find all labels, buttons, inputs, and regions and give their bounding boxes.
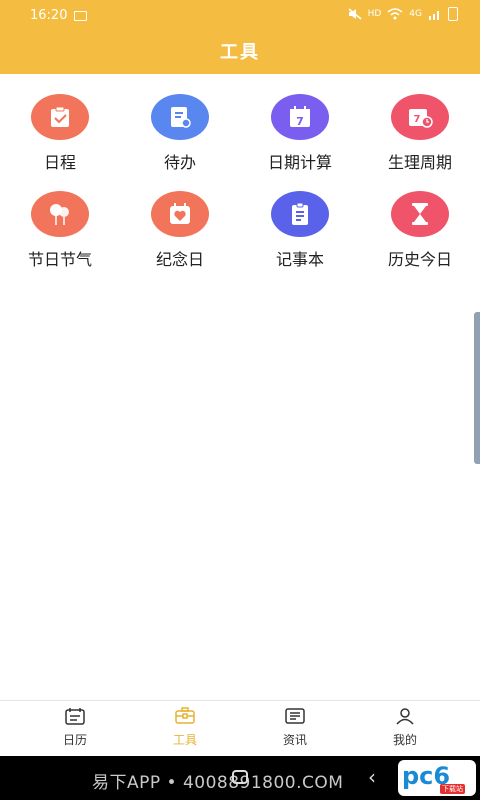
tool-date-calc[interactable]: 7 日期计算 bbox=[240, 94, 360, 173]
heart-calendar-icon bbox=[151, 191, 209, 237]
logo-tag: 下载站 bbox=[440, 784, 465, 794]
mute-icon bbox=[348, 8, 362, 20]
tool-label: 记事本 bbox=[275, 250, 324, 269]
tab-label: 日历 bbox=[62, 733, 87, 747]
pc6-logo: pc6 下载站 bbox=[398, 760, 476, 796]
toolbox-tab-icon bbox=[174, 707, 196, 725]
tab-profile[interactable]: 我的 bbox=[345, 707, 465, 748]
tool-schedule[interactable]: 日程 bbox=[0, 94, 120, 173]
svg-text:7: 7 bbox=[414, 114, 421, 125]
wifi-icon bbox=[387, 8, 403, 20]
profile-tab-icon bbox=[394, 707, 416, 725]
tool-anniversary[interactable]: 纪念日 bbox=[120, 191, 240, 270]
home-nav-icon[interactable] bbox=[232, 770, 248, 784]
back-nav-icon[interactable]: ‹ bbox=[368, 765, 376, 789]
svg-text:7: 7 bbox=[296, 115, 304, 128]
todo-note-icon bbox=[151, 94, 209, 140]
calendar-7-icon: 7 bbox=[271, 94, 329, 140]
image-notification-icon bbox=[74, 11, 87, 21]
tool-cycle[interactable]: 7 生理周期 bbox=[360, 94, 480, 173]
tab-label: 资讯 bbox=[282, 733, 307, 747]
tool-label: 待办 bbox=[163, 153, 196, 172]
tool-label: 日程 bbox=[43, 153, 76, 172]
tool-label: 生理周期 bbox=[387, 153, 452, 172]
app-header: 工具 bbox=[0, 30, 480, 74]
calendar-clock-icon: 7 bbox=[391, 94, 449, 140]
notepad-icon bbox=[271, 191, 329, 237]
status-time: 16:20 bbox=[30, 8, 68, 23]
page-title: 工具 bbox=[220, 42, 260, 63]
tab-news[interactable]: 资讯 bbox=[235, 707, 355, 748]
calendar-tab-icon bbox=[64, 707, 86, 725]
tool-festival[interactable]: 节日节气 bbox=[0, 191, 120, 270]
network-type: 4G bbox=[409, 9, 422, 19]
system-nav-bar: 易下APP • 4008891800.COM ‹ pc6 下载站 bbox=[0, 756, 480, 800]
status-bar: 16:20 HD 4G bbox=[0, 0, 480, 30]
tool-label: 日期计算 bbox=[267, 153, 332, 172]
tool-notepad[interactable]: 记事本 bbox=[240, 191, 360, 270]
status-icons: HD 4G bbox=[348, 7, 458, 21]
tool-label: 节日节气 bbox=[27, 250, 92, 269]
battery-icon bbox=[448, 7, 458, 21]
tool-label: 历史今日 bbox=[387, 250, 452, 269]
side-scroll-handle[interactable] bbox=[474, 312, 480, 464]
tab-calendar[interactable]: 日历 bbox=[15, 707, 135, 748]
tool-todo[interactable]: 待办 bbox=[120, 94, 240, 173]
signal-icon bbox=[428, 8, 442, 20]
tab-tools[interactable]: 工具 bbox=[125, 707, 245, 748]
hourglass-icon bbox=[391, 191, 449, 237]
hd-badge: HD bbox=[367, 9, 382, 19]
tool-history-today[interactable]: 历史今日 bbox=[360, 191, 480, 270]
tab-label: 我的 bbox=[392, 733, 417, 747]
clipboard-check-icon bbox=[31, 94, 89, 140]
watermark-text: 易下APP • 4008891800.COM bbox=[92, 773, 344, 793]
balloon-icon bbox=[31, 191, 89, 237]
news-tab-icon bbox=[284, 707, 306, 725]
bottom-tab-bar: 日历 工具 资讯 我的 bbox=[0, 700, 480, 757]
tool-label: 纪念日 bbox=[155, 250, 204, 269]
tab-label: 工具 bbox=[172, 733, 197, 747]
